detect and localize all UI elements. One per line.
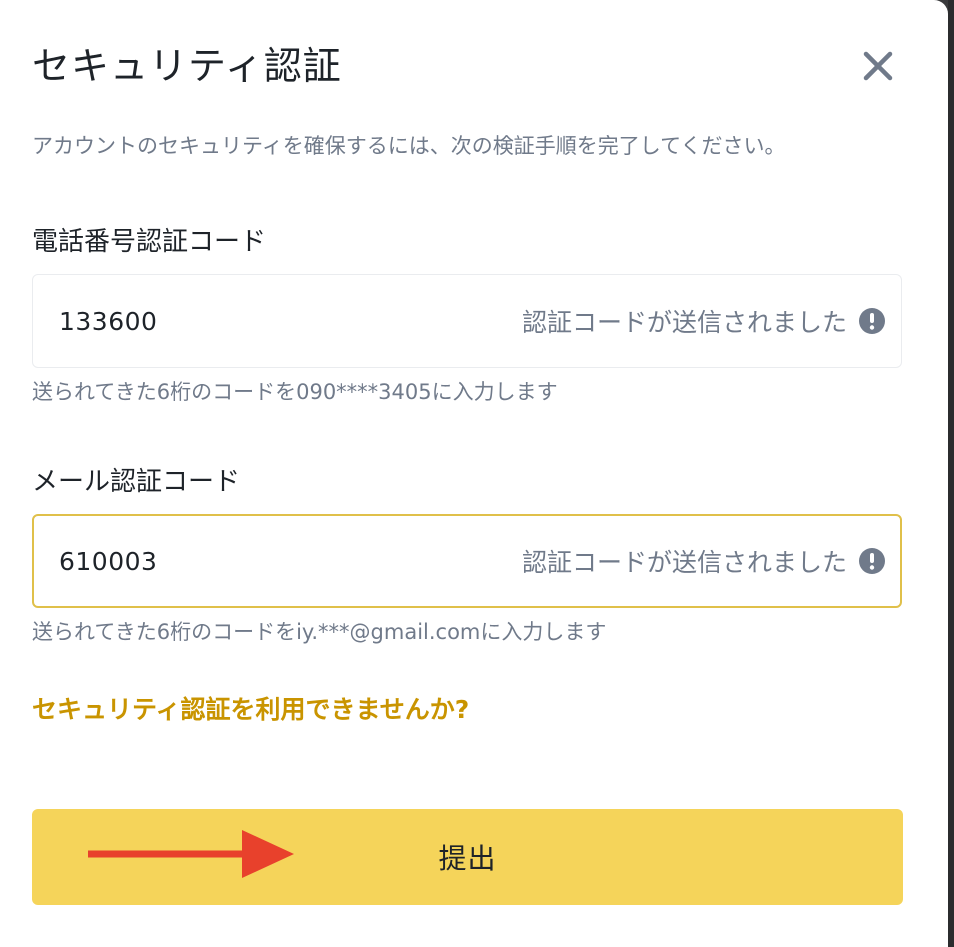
dialog-subtitle: アカウントのセキュリティを確保するには、次の検証手順を完了してください。 bbox=[32, 134, 786, 158]
email-code-label: メール認証コード bbox=[32, 467, 241, 497]
security-unavailable-link[interactable]: セキュリティ認証を利用できませんか? bbox=[32, 688, 469, 732]
background-overlay bbox=[948, 0, 954, 947]
red-arrow-icon bbox=[88, 830, 294, 878]
email-code-status-text: 認証コードが送信されました bbox=[521, 548, 847, 577]
email-code-status: 認証コードが送信されました bbox=[522, 516, 887, 606]
phone-code-field[interactable]: 認証コードが送信されました bbox=[32, 274, 902, 368]
exclamation-circle-icon bbox=[859, 308, 885, 334]
exclamation-circle-icon bbox=[859, 548, 885, 574]
submit-button-label: 提出 bbox=[438, 842, 497, 875]
phone-code-input[interactable] bbox=[59, 275, 439, 367]
close-icon bbox=[863, 51, 893, 81]
security-verification-dialog: セキュリティ認証 アカウントのセキュリティを確保するには、次の検証手順を完了して… bbox=[0, 0, 948, 947]
email-code-field[interactable]: 認証コードが送信されました bbox=[32, 514, 902, 608]
dialog-title: セキュリティ認証 bbox=[32, 44, 342, 88]
phone-code-status-text: 認証コードが送信されました bbox=[521, 308, 847, 337]
phone-code-label: 電話番号認証コード bbox=[32, 227, 267, 257]
phone-code-help: 送られてきた6桁のコードを090****3405に入力します bbox=[32, 380, 558, 404]
email-code-help: 送られてきた6桁のコードをiy.***@gmail.comに入力します bbox=[32, 620, 607, 644]
email-code-input[interactable] bbox=[59, 516, 439, 606]
phone-code-status: 認証コードが送信されました bbox=[522, 275, 887, 367]
close-button[interactable] bbox=[856, 44, 900, 88]
